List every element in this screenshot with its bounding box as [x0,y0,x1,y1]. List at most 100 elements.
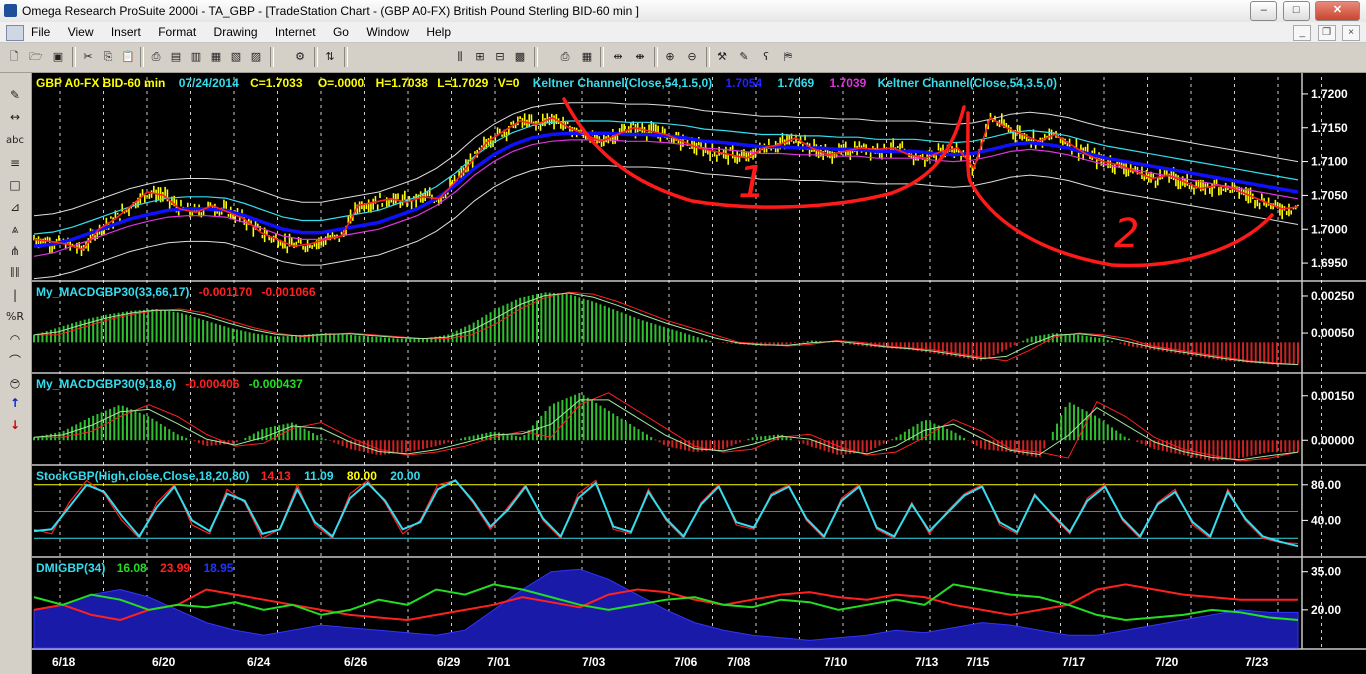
dmi-axis-tick-label: 35.00 [1311,565,1341,579]
bar-chart-icon[interactable]: ▦ [206,46,226,68]
help-icon[interactable]: ʕ [756,46,776,68]
zoom-out-icon[interactable]: ⊖ [682,46,702,68]
menu-drawing[interactable]: Drawing [207,24,265,40]
price-axis-tick-label: 1.7150 [1311,121,1348,135]
zoom-in-icon[interactable]: ⊕ [660,46,680,68]
chart-icon[interactable]: ▥ [186,46,206,68]
macd1-axis-tick-label: 0.00250 [1311,289,1355,303]
macd1-axis-tick-label: 0.00050 [1311,326,1355,340]
menu-items: File View Insert Format Drawing Internet… [24,24,458,40]
help-pointer-icon[interactable]: ⛿ [778,46,798,68]
date-label: 07/24/2014 [179,76,239,90]
macd2-header: My_MACDGBP30(9,18,6) -0.000406 -0.000437 [36,377,303,391]
menu-go[interactable]: Go [326,24,356,40]
grid-icon[interactable]: ▨ [246,46,266,68]
price-axis-tick-label: 1.7000 [1311,222,1348,236]
macd1-value2: -0.001066 [261,285,315,299]
bar-spacing-icon[interactable]: ⫼ [450,46,470,68]
speed-lines-icon[interactable]: ⋔ [3,241,27,261]
arc-tool-icon[interactable]: ◠ [3,329,27,349]
menu-window[interactable]: Window [359,24,416,40]
keltner-mid-line [33,131,1299,248]
price-header: GBP A0-FX BID-60 min 07/24/2014 C=1.7033… [36,76,1057,90]
menu-file[interactable]: File [24,24,57,40]
menu-internet[interactable]: Internet [268,24,323,40]
high-label: H=1.7038 [376,76,429,90]
price-axis-tick-label: 1.7050 [1311,188,1348,202]
keltner2-label: Keltner Channel(Close,54,3.5,0) [878,76,1057,90]
menu-format[interactable]: Format [151,24,203,40]
window-controls: – □ ✕ [1248,1,1360,21]
menu-view[interactable]: View [61,24,101,40]
stoch-value4: 20.00 [390,469,420,483]
mdi-minimize-button[interactable]: _ [1293,25,1312,41]
macd2-pane [33,392,1299,462]
toolbar-separator [706,47,710,67]
pencil-tool-icon[interactable]: ✎ [3,85,27,105]
down-arrow-icon[interactable]: ↓ [3,415,27,435]
bar-spacing-in-icon[interactable]: ⇹ [608,46,628,68]
x-axis-label: 6/18 [52,655,76,669]
x-axis: 6/18 6/20 6/24 6/26 6/29 7/01 7/03 7/06 7/08 7/10… [52,655,1269,669]
stoch-value3: 80.00 [347,469,377,483]
mdi-restore-button[interactable]: ❐ [1317,25,1336,41]
chart-canvas[interactable]: 1.7200 1.7150 1.7100 1.7050 1.7000 1.6950 0.00… [32,73,1366,674]
close-button[interactable]: ✕ [1315,1,1360,21]
keltner1-mid-value: 1.7054 [725,76,762,90]
macd2-value2: -0.000437 [249,377,303,391]
fibonacci-tool-icon[interactable]: ⊿ [3,197,27,217]
data-window-icon[interactable]: ▧ [226,46,246,68]
format-icon[interactable]: ⚙ [290,46,310,68]
wrench-icon[interactable]: ▩ [510,46,530,68]
keltner1-lower-value: 1.7039 [830,76,867,90]
copy-icon[interactable]: ⎘ [98,46,118,68]
up-arrow-icon[interactable]: ↑ [3,393,27,413]
new-doc-icon[interactable]: 🗋 [4,46,24,68]
dmi-name: DMIGBP(34) [36,561,105,575]
cut-icon[interactable]: ✂ [78,46,98,68]
wrench-tool-icon[interactable]: ⚒ [712,46,732,68]
paste-icon[interactable]: 📋 [118,46,138,68]
draw-icon[interactable]: ⊞ [470,46,490,68]
vertical-line-icon[interactable]: | [3,285,27,305]
rectangle-tool-icon[interactable]: □ [3,175,27,195]
keltner-outer-lower [33,165,1299,280]
lines-tool-icon[interactable]: ≡ [3,153,27,173]
bar-spacing-out-icon[interactable]: ⇼ [630,46,650,68]
stoch-d-line [33,479,1299,548]
ellipse-tool-icon[interactable]: ⌒ [3,351,27,371]
print-icon[interactable]: ⎙ [146,46,166,68]
percent-retracement-icon[interactable]: %R [3,307,27,327]
text-tool-icon[interactable]: abc [3,131,27,151]
dmi-value3: 18.95 [203,561,233,575]
document-icon[interactable] [6,25,24,41]
gann-fan-icon[interactable]: ⩓ [3,219,27,239]
maximize-button[interactable]: □ [1282,1,1310,21]
print-preview-icon[interactable]: ▤ [166,46,186,68]
macd2-value1: -0.000406 [185,377,239,391]
tools-icon[interactable]: ⊟ [490,46,510,68]
cycle-lines-icon[interactable]: ∥∥ [3,263,27,283]
menu-help[interactable]: Help [419,24,458,40]
save-icon[interactable]: ▣ [48,46,68,68]
print-icon-2[interactable]: ⎙ [555,46,575,68]
grid-icon-2[interactable]: ▦ [577,46,597,68]
open-icon[interactable]: 🗁 [26,46,46,68]
macd2-axis-tick-label: 0.00000 [1311,433,1355,447]
horizontal-line-icon[interactable]: ↔ [3,107,27,127]
mdi-close-button[interactable]: × [1342,25,1360,41]
drawing-tools-sidebar: ✎ ↔ abc ≡ □ ⊿ ⩓ ⋔ ∥∥ | %R ◠ ⌒ ⌣ ○ ↑ ↓ [0,73,32,674]
toolbar-separator [534,47,538,67]
y-axis: 1.7200 1.7150 1.7100 1.7050 1.7000 1.6950 0.00… [1302,87,1355,617]
volume-label: V=0 [498,76,520,90]
circle-tool-icon[interactable]: ○ [3,373,27,393]
minimize-button[interactable]: – [1250,1,1278,21]
x-axis-label: 7/03 [582,655,606,669]
macd1-name: My_MACDGBP30(33,66,17) [36,285,189,299]
strategy-icon[interactable]: ⇅ [320,46,340,68]
annotation-label-2: 2 [1114,211,1139,257]
pencil-icon[interactable]: ✎ [734,46,754,68]
macd1-header: My_MACDGBP30(33,66,17) -0.001170 -0.0010… [36,285,316,299]
chart-window[interactable]: 1.7200 1.7150 1.7100 1.7050 1.7000 1.6950 0.00… [32,73,1366,674]
menu-insert[interactable]: Insert [104,24,148,40]
